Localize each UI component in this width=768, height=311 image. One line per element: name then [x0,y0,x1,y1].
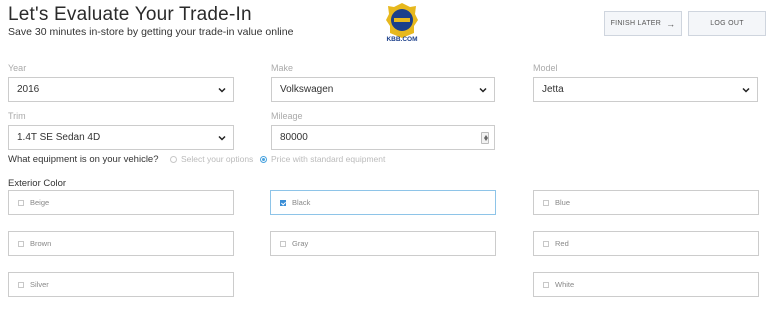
radio-unselected-icon[interactable] [170,155,177,163]
color-option-label: White [555,280,575,289]
checkbox-icon[interactable] [543,281,549,288]
trim-label: Trim [8,111,26,121]
color-option-label: Beige [30,198,50,207]
trim-value: 1.4T SE Sedan 4D [17,132,101,143]
checkbox-checked-icon[interactable] [280,199,286,206]
number-stepper-icon[interactable] [481,132,489,144]
finish-later-label: FINISH LATER [610,20,662,27]
color-option-label: Black [292,198,311,207]
checkbox-icon[interactable] [543,240,549,247]
model-select[interactable]: Jetta [533,77,758,102]
logout-button[interactable]: LOG OUT [688,11,766,36]
equipment-question: What equipment is on your vehicle? [8,154,159,165]
color-option-black[interactable]: Black [270,190,496,215]
color-option-beige[interactable]: Beige [8,190,234,215]
mileage-input[interactable]: 80000 [271,125,495,150]
page-subtitle: Save 30 minutes in-store by getting your… [8,26,294,38]
color-option-white[interactable]: White [533,272,759,297]
logout-label: LOG OUT [710,20,744,27]
page-title: Let's Evaluate Your Trade-In [8,4,252,25]
color-option-label: Gray [292,239,309,248]
chevron-down-icon [218,135,226,141]
finish-later-button[interactable]: FINISH LATER → [604,11,682,36]
radio-standard-equipment[interactable]: Price with standard equipment [260,154,385,164]
make-value: Volkswagen [280,84,334,95]
year-value: 2016 [17,84,40,95]
model-label: Model [533,63,558,73]
arrow-right-icon: → [666,18,676,29]
year-select[interactable]: 2016 [8,77,234,102]
chevron-down-icon [479,87,487,93]
checkbox-icon[interactable] [543,199,549,206]
color-option-gray[interactable]: Gray [270,231,496,256]
radio-select-options[interactable]: Select your options [170,154,253,164]
checkbox-icon[interactable] [280,240,286,247]
color-option-red[interactable]: Red [533,231,759,256]
color-option-label: Red [555,239,569,248]
chevron-down-icon [218,87,226,93]
radio-select-options-label: Select your options [181,154,254,164]
exterior-color-label: Exterior Color [8,178,67,189]
color-option-label: Blue [555,198,571,207]
radio-standard-equipment-label: Price with standard equipment [271,154,386,164]
mileage-value: 80000 [280,132,308,143]
year-label: Year [8,63,27,73]
color-option-silver[interactable]: Silver [8,272,234,297]
checkbox-icon[interactable] [18,199,24,206]
trim-select[interactable]: 1.4T SE Sedan 4D [8,125,234,150]
chevron-down-icon [742,87,750,93]
make-select[interactable]: Volkswagen [271,77,495,102]
make-label: Make [271,63,294,73]
color-option-blue[interactable]: Blue [533,190,759,215]
color-option-label: Brown [30,239,52,248]
color-option-brown[interactable]: Brown [8,231,234,256]
checkbox-icon[interactable] [18,281,24,288]
kbb-logo-text: KBB.COM [386,36,418,43]
radio-selected-icon[interactable] [260,155,267,163]
color-option-label: Silver [30,280,49,289]
mileage-label: Mileage [271,111,303,121]
model-value: Jetta [542,84,564,95]
checkbox-icon[interactable] [18,240,24,247]
